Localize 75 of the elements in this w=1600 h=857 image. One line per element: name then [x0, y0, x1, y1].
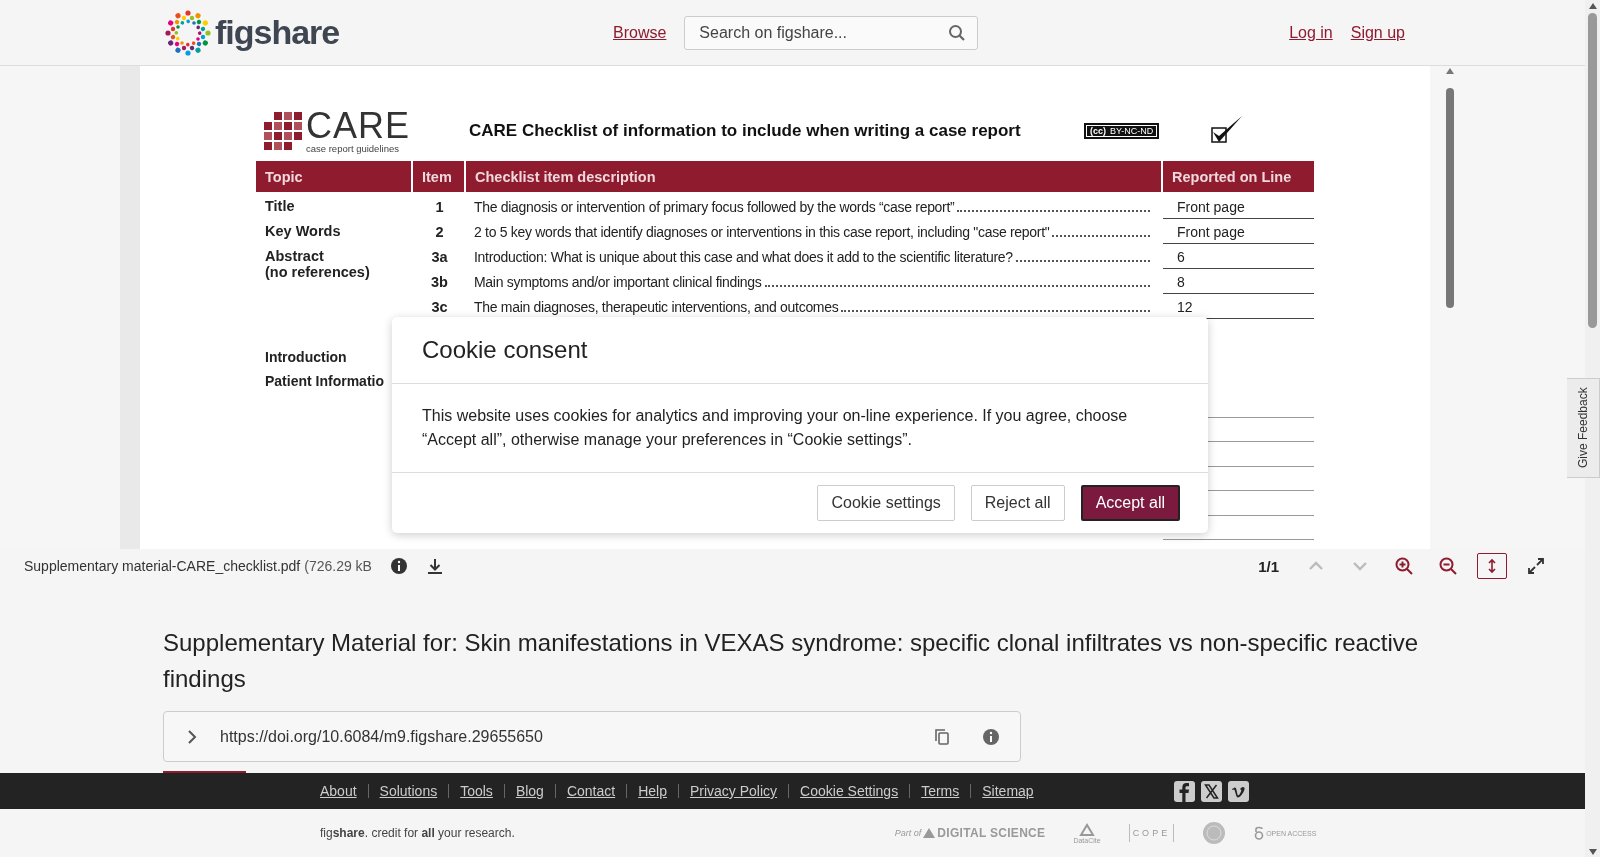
item-description: The diagnosis or intervention of primary focus followed by the words “case report”: [474, 198, 955, 215]
accept-button[interactable]: Accept all: [1080, 485, 1180, 521]
item-number: 3b: [430, 273, 449, 290]
dialog-button[interactable]: Reject all: [970, 485, 1065, 521]
topic-label: Title: [265, 198, 296, 214]
dialog-title: Cookie consent: [422, 336, 588, 364]
footer-link[interactable]: About: [320, 783, 357, 799]
footer-link[interactable]: Privacy Policy: [689, 783, 778, 799]
item-description: The main diagnoses, therapeutic interventions, and outcomes: [474, 298, 839, 315]
page-counter: 1/1: [1258, 557, 1279, 575]
dialog-message: This website uses cookies for analytics and improving your on-line experience. If you agree, choose “Accept all”, otherwise manage your preferences in “Cookie settings”.: [422, 406, 1129, 450]
scroll-thumb[interactable]: [1446, 88, 1454, 308]
facebook-icon[interactable]: [1173, 780, 1195, 802]
zoom-out-icon[interactable]: [1438, 556, 1458, 576]
item-description: Introduction: What is unique about this case and what does it add to the scientific literature?: [474, 248, 1013, 265]
zoom-in-icon[interactable]: [1394, 556, 1414, 576]
auth-link[interactable]: Log in: [1289, 23, 1333, 42]
footer-tagline: figshare. credit for all your research.: [320, 826, 515, 840]
browse-link[interactable]: Browse: [613, 23, 667, 42]
auth-link[interactable]: Sign up: [1350, 23, 1405, 42]
column-header: Topic: [256, 161, 413, 192]
dialog-button[interactable]: Cookie settings: [817, 485, 955, 521]
item-description: 2 to 5 key words that identify diagnoses or interventions in this case report, including "case report": [474, 223, 1050, 240]
feedback-tab[interactable]: Give Feedback: [1567, 378, 1600, 478]
license-badge: (cc) BY-NC-ND: [1084, 123, 1160, 139]
logo-icon: [163, 7, 213, 58]
topic-label: Abstract: [265, 248, 325, 264]
grid-logo-icon: [263, 111, 303, 151]
reported-line: 6: [1163, 244, 1314, 269]
brand-name[interactable]: figshare: [215, 13, 340, 52]
topic-label: Key Words: [265, 223, 342, 239]
footer-link[interactable]: Sitemap: [982, 783, 1034, 799]
scroll-thumb[interactable]: [1588, 13, 1597, 328]
scroll-down-icon[interactable]: [1588, 849, 1597, 855]
care-tagline: case report guidelines: [306, 144, 400, 154]
fit-page-button[interactable]: [1477, 553, 1507, 579]
vimeo-icon[interactable]: [1227, 780, 1249, 802]
download-icon[interactable]: [425, 557, 444, 575]
document-heading: CARE Checklist of information to include when writing a case report: [469, 120, 1022, 142]
reported-line: Front page: [1163, 219, 1314, 244]
reported-line: Front page: [1163, 194, 1314, 219]
copy-icon[interactable]: [934, 727, 950, 746]
item-description: Main symptoms and/or important clinical findings: [474, 273, 762, 290]
expand-icon[interactable]: [1526, 556, 1546, 576]
info-icon[interactable]: [982, 727, 1000, 746]
info-icon[interactable]: [389, 557, 408, 575]
column-header: Item: [413, 161, 466, 192]
footer-link[interactable]: Blog: [515, 783, 544, 799]
column-header: Checklist item description: [466, 161, 1163, 192]
doi-link[interactable]: https://doi.org/10.6084/m9.figshare.29655650: [220, 727, 934, 746]
scroll-up-icon[interactable]: [1446, 68, 1454, 74]
x-icon[interactable]: [1200, 780, 1222, 802]
search-field[interactable]: Search on figshare...: [684, 15, 979, 50]
item-number: 2: [434, 223, 445, 240]
footer-link[interactable]: Cookie Settings: [800, 783, 899, 799]
item-number: 1: [434, 198, 445, 215]
search-icon[interactable]: [948, 23, 967, 42]
footer-link[interactable]: Help: [638, 783, 667, 799]
chevron-right-icon[interactable]: [186, 728, 198, 745]
footer-link[interactable]: Tools: [460, 783, 493, 799]
column-header: Reported on Line: [1171, 167, 1293, 187]
file-name: Supplementary material-CARE_checklist.pdf: [24, 558, 301, 574]
care-logo-text: CARE: [306, 108, 411, 145]
scroll-up-icon[interactable]: [1588, 3, 1597, 9]
item-number: 3c: [430, 298, 449, 315]
footer-link[interactable]: Solutions: [379, 783, 438, 799]
topic-note: (no references): [265, 264, 371, 280]
footer-link[interactable]: Contact: [566, 783, 616, 799]
footer-link[interactable]: Terms: [921, 783, 960, 799]
item-title: Supplementary Material for: Skin manifestations in VEXAS syndrome: specific clonal infiltrates vs non-specific reactive findings: [163, 628, 1420, 694]
item-number: 3a: [430, 248, 449, 265]
topic-label: Introduction: [264, 348, 348, 365]
reported-line: 8: [1163, 269, 1314, 294]
file-size: (726.29 kB: [304, 558, 372, 574]
topic-label: Patient Informatio: [264, 372, 385, 389]
